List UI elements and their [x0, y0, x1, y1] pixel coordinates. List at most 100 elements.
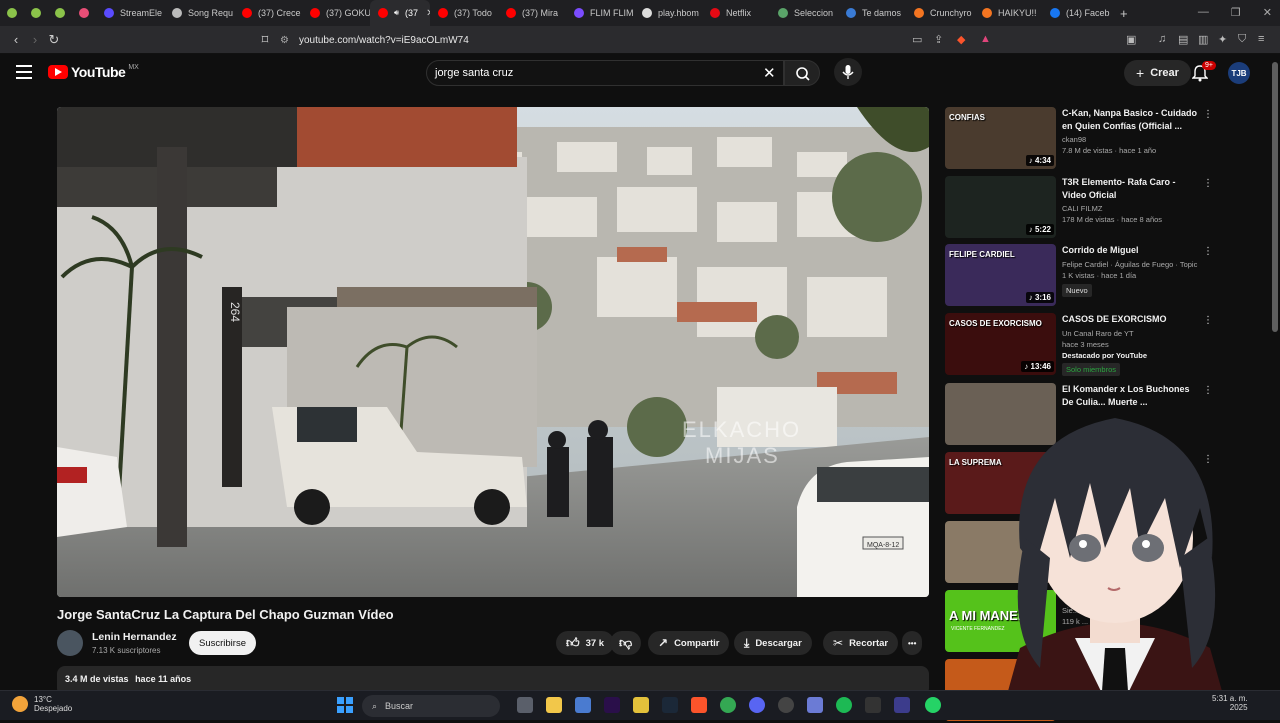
brave-rewards-icon[interactable]: ▲ — [980, 33, 991, 45]
subscribe-button[interactable]: Suscribirse — [189, 631, 256, 655]
app3-icon[interactable] — [865, 697, 881, 713]
file-explorer-icon[interactable] — [546, 697, 562, 713]
youtube-logo[interactable]: YouTube MX — [48, 64, 139, 80]
restore-icon[interactable]: ❐ — [1231, 6, 1241, 19]
recommended-video[interactable]: CONFIAS ♪ 4:34 C-Kan, Nanpa Basico - Cuida… — [945, 107, 1215, 171]
browser-tab[interactable]: StreamEle — [96, 0, 164, 26]
browser-tab[interactable]: Song Requ — [164, 0, 234, 26]
video-thumbnail[interactable]: CASOS DE EXORCISMO ♪ 13:46 — [945, 313, 1056, 375]
screenshot-icon[interactable]: ▣ — [1126, 33, 1136, 46]
app-icon[interactable] — [633, 697, 649, 713]
browser-tab[interactable]: Seleccion — [770, 0, 838, 26]
more-options-icon[interactable]: ⋮ — [1203, 385, 1213, 396]
recommended-video[interactable]: FELIPE CARDIEL ♪ 3:16 Corrido de Miguel Fel… — [945, 244, 1215, 308]
clear-search-icon[interactable]: ✕ — [763, 64, 776, 82]
app2-icon[interactable] — [807, 697, 823, 713]
task-view-icon[interactable] — [517, 697, 533, 713]
voice-search-button[interactable] — [834, 58, 862, 86]
system-clock[interactable]: 5:31 a. m. 2025 — [1212, 694, 1248, 712]
chrome-icon[interactable] — [720, 697, 736, 713]
site-info-icon[interactable]: ⚙ — [280, 35, 289, 46]
browser-tab[interactable]: FLIM FLIM — [566, 0, 634, 26]
app4-icon[interactable] — [894, 697, 910, 713]
page-scrollbar[interactable] — [1272, 62, 1278, 332]
reload-icon[interactable]: ↻ — [46, 32, 62, 48]
browser-tab[interactable]: Crunchyro — [906, 0, 974, 26]
browser-tab-active[interactable]: 🔊︎(37✕ — [370, 0, 430, 26]
close-window-icon[interactable]: ✕ — [1263, 6, 1272, 19]
vpn-icon[interactable]: ⛉ — [1238, 33, 1246, 46]
bookmark-icon[interactable]: ⌑ — [257, 32, 273, 48]
minimize-icon[interactable]: — — [1198, 6, 1209, 19]
recommended-video[interactable]: ♪ 5:22 T3R Elemento- Rafa Caro - Video Of… — [945, 176, 1215, 240]
media-icon[interactable]: ♫ — [1158, 33, 1166, 45]
steam-icon[interactable] — [662, 697, 678, 713]
more-options-icon[interactable]: ⋮ — [1203, 315, 1213, 326]
spotify-icon[interactable] — [836, 697, 852, 713]
recommended-title[interactable]: CASOS DE EXORCISMO — [1062, 313, 1202, 326]
start-menu-icon[interactable] — [337, 697, 353, 713]
video-player[interactable]: 264 MQA-8-12 ELKACHO MIJAS — [57, 107, 929, 597]
wallet-icon[interactable]: ▥ — [1198, 33, 1208, 46]
channel-name[interactable]: Lenin Hernandez — [92, 631, 177, 643]
browser-tab[interactable]: (37) Mira — [498, 0, 566, 26]
obs-icon[interactable] — [778, 697, 794, 713]
more-options-icon[interactable]: ⋮ — [1203, 109, 1213, 120]
recommended-channel[interactable]: CALI FILMZ — [1062, 204, 1102, 213]
weather-widget[interactable]: 13°C Despejado — [12, 695, 72, 713]
browser-tab[interactable]: (37) Crece — [234, 0, 302, 26]
menu-icon[interactable]: ≡ — [1258, 33, 1264, 45]
new-tab-button[interactable]: + — [1112, 0, 1136, 26]
sidebar-icon[interactable]: ▤ — [1178, 33, 1188, 46]
account-avatar[interactable]: TJB — [1228, 62, 1250, 84]
store-icon[interactable] — [575, 697, 591, 713]
video-thumbnail[interactable]: ♪ 5:22 — [945, 176, 1056, 238]
recommended-channel[interactable]: ckan98 — [1062, 135, 1086, 144]
browser-tab[interactable]: play.hbom — [634, 0, 702, 26]
browser-tab[interactable]: HAIKYU!! — [974, 0, 1042, 26]
like-button[interactable]: 👍︎ 37 k — [556, 631, 615, 655]
create-button[interactable]: + Crear — [1124, 60, 1191, 86]
browser-tab[interactable]: Netflix — [702, 0, 770, 26]
pinned-tab[interactable] — [0, 0, 24, 26]
download-button[interactable]: ⤓ Descargar — [734, 631, 812, 655]
address-bar[interactable]: ⚙ youtube.com/watch?v=iE9acOLmW74 — [280, 29, 998, 51]
pinned-tab[interactable] — [24, 0, 48, 26]
recommended-title[interactable]: C-Kan, Nanpa Basico - Cuidado en Quien C… — [1062, 107, 1202, 132]
browser-tab[interactable]: (37) GOKU — [302, 0, 370, 26]
video-thumbnail[interactable]: FELIPE CARDIEL ♪ 3:16 — [945, 244, 1056, 306]
recommended-channel[interactable]: Felipe Cardiel · Águilas de Fuego · Topi… — [1062, 260, 1197, 269]
whatsapp-icon[interactable] — [925, 697, 941, 713]
share-button[interactable]: ↗ Compartir — [648, 631, 730, 655]
more-actions-button[interactable]: ••• — [902, 631, 923, 655]
clip-button[interactable]: ✂ Recortar — [823, 631, 899, 655]
back-icon[interactable]: ‹ — [8, 32, 24, 47]
recommended-channel[interactable]: Un Canal Raro de YT — [1062, 329, 1134, 338]
premiere-icon[interactable] — [604, 697, 620, 713]
search-button[interactable] — [784, 60, 820, 86]
browser-tab[interactable]: (37) Todo — [430, 0, 498, 26]
search-input[interactable]: jorge santa cruz — [426, 60, 784, 86]
recommended-title[interactable]: Corrido de Miguel — [1062, 244, 1202, 257]
more-options-icon[interactable]: ⋮ — [1203, 178, 1213, 189]
hamburger-menu-icon[interactable] — [16, 65, 32, 79]
share-page-icon[interactable]: ⇪ — [934, 33, 943, 46]
channel-avatar[interactable] — [57, 630, 83, 656]
video-thumbnail[interactable]: CONFIAS ♪ 4:34 — [945, 107, 1056, 169]
tab-audio-icon[interactable]: 🔊︎ — [394, 8, 399, 18]
pinned-tab[interactable] — [72, 0, 96, 26]
taskbar-search[interactable]: ⌕ Buscar — [362, 695, 500, 717]
brave-icon[interactable] — [691, 697, 707, 713]
leo-icon[interactable]: ✦ — [1218, 33, 1227, 46]
browser-tab[interactable]: Te damos — [838, 0, 906, 26]
pinned-tab[interactable] — [48, 0, 72, 26]
recommended-video[interactable]: CASOS DE EXORCISMO ♪ 13:46 CASOS DE EXORCI… — [945, 313, 1215, 377]
dislike-button[interactable]: 👎︎ — [610, 631, 642, 655]
more-options-icon[interactable]: ⋮ — [1203, 246, 1213, 257]
brave-shield-icon[interactable]: ◆ — [957, 33, 965, 46]
cast-icon[interactable]: ▭ — [912, 33, 922, 46]
recommended-title[interactable]: T3R Elemento- Rafa Caro - Video Oficial — [1062, 176, 1202, 201]
forward-icon[interactable]: › — [27, 32, 43, 47]
browser-tab[interactable]: (14) Faceb — [1042, 0, 1112, 26]
discord-icon[interactable] — [749, 697, 765, 713]
